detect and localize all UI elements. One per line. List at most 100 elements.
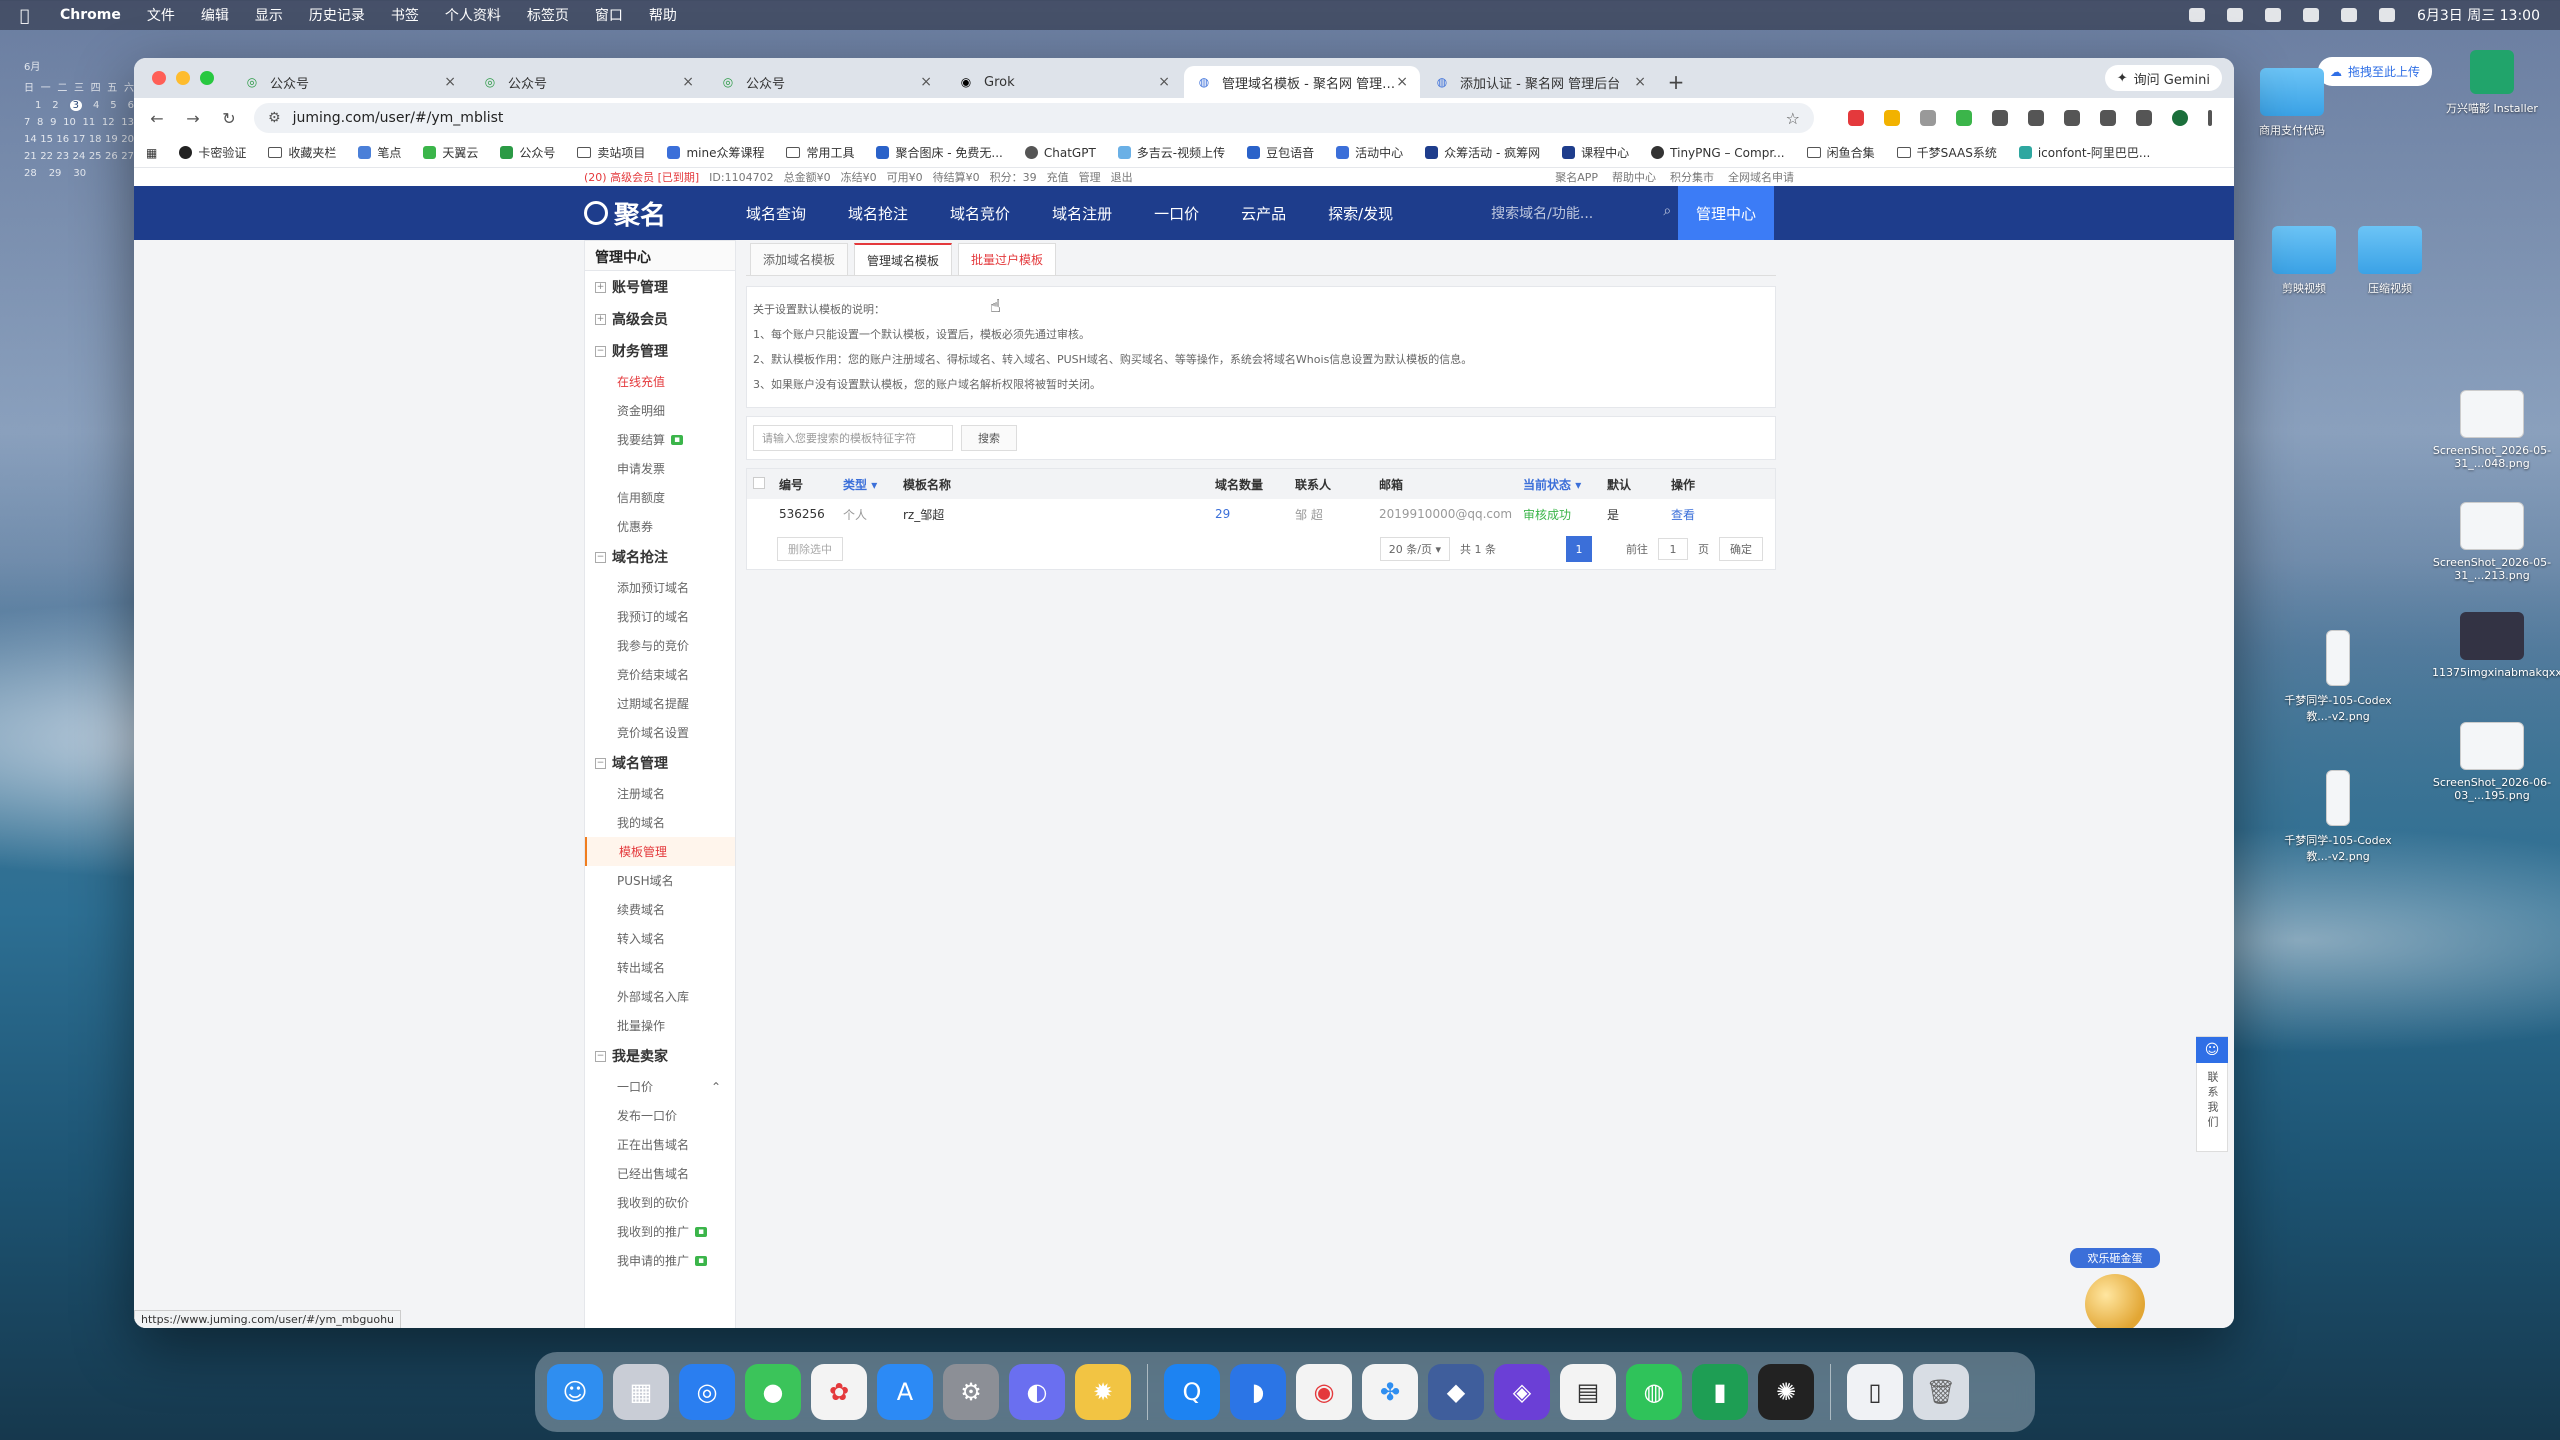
desktop-folder[interactable]: 商用支付代码 <box>2232 68 2352 138</box>
sidebar-group-account[interactable]: + 账号管理 <box>585 271 735 303</box>
wifi-icon[interactable] <box>2302 8 2319 22</box>
nav-domain-register[interactable]: 域名注册 <box>1052 203 1112 224</box>
help-link[interactable]: 帮助中心 <box>1612 169 1656 185</box>
bookmark-folder[interactable]: 常用工具 <box>786 144 854 161</box>
app-icon[interactable]: ✺ <box>1758 1364 1814 1420</box>
contact-us-float[interactable]: ☺ 联系我们 <box>2196 1036 2228 1152</box>
desktop-file[interactable]: ScreenShot_2026-06-03_...195.png <box>2432 722 2552 802</box>
sidebar-item-recharge[interactable]: 在线充值 <box>585 367 735 396</box>
bookmark-item[interactable]: 课程中心 <box>1562 144 1629 161</box>
status-icon[interactable] <box>2188 8 2205 22</box>
app-icon[interactable]: ◆ <box>1428 1364 1484 1420</box>
menu-history[interactable]: 历史记录 <box>309 5 365 25</box>
search-icon[interactable] <box>2340 8 2357 22</box>
browser-tab[interactable]: ◎ 公众号 × <box>470 66 706 98</box>
ask-gemini-button[interactable]: ✦ 询问 Gemini <box>2104 65 2222 91</box>
fullscreen-window-button[interactable] <box>200 71 214 85</box>
logout-link[interactable]: 退出 <box>1111 169 1133 185</box>
browser-tab[interactable]: ◎ 公众号 × <box>232 66 468 98</box>
sidebar-item[interactable]: 我申请的推广 ▪ <box>585 1246 735 1275</box>
extension-icon[interactable] <box>2028 110 2044 126</box>
sidebar-item[interactable]: 我的域名 <box>585 808 735 837</box>
bookmark-folder[interactable]: 闲鱼合集 <box>1806 144 1875 161</box>
desktop-app[interactable]: 万兴喵影 Installer <box>2432 50 2552 116</box>
tab-batch-transfer-template[interactable]: 批量过户模板 <box>958 243 1057 275</box>
bookmark-item[interactable]: 公众号 <box>500 144 555 161</box>
apps-grid-icon[interactable]: ▦ <box>146 146 157 160</box>
sidebar-item-credit[interactable]: 信用额度 <box>585 483 735 512</box>
launchpad-icon[interactable]: ▦ <box>613 1364 669 1420</box>
bookmark-folder[interactable]: 收藏夹栏 <box>268 144 336 161</box>
page-number-current[interactable]: 1 <box>1566 536 1592 562</box>
sidebar-item[interactable]: 发布一口价 <box>585 1101 735 1130</box>
desktop-file[interactable]: 千梦同学-105-Codex教...-v2.png <box>2278 630 2398 724</box>
safari-icon[interactable]: ◎ <box>679 1364 735 1420</box>
menu-app-name[interactable]: Chrome <box>60 7 121 23</box>
app-icon[interactable]: ✹ <box>1075 1364 1131 1420</box>
tab-manage-template[interactable]: 管理域名模板 <box>854 243 953 275</box>
nav-domain-snap[interactable]: 域名抢注 <box>848 203 908 224</box>
new-tab-button[interactable]: + <box>1660 66 1692 98</box>
nav-cloud-products[interactable]: 云产品 <box>1241 203 1286 224</box>
sidebar-item-invoice[interactable]: 申请发票 <box>585 454 735 483</box>
delete-selected-button[interactable]: 删除选中 <box>777 537 843 561</box>
forward-icon[interactable]: → <box>182 109 204 128</box>
sidebar-item[interactable]: PUSH域名 <box>585 866 735 895</box>
sidebar-item-coupon[interactable]: 优惠券 <box>585 512 735 541</box>
sidebar-item[interactable]: 续费域名 <box>585 895 735 924</box>
browser-tab-active[interactable]: ◍ 管理域名模板 - 聚名网 管理后台 × <box>1184 66 1420 98</box>
apple-icon[interactable]:  <box>20 6 38 25</box>
browser-tab[interactable]: ◉ Grok × <box>946 66 1182 98</box>
sidebar-item-settle[interactable]: 我要结算 ▪ <box>585 425 735 454</box>
tab-add-template[interactable]: 添加域名模板 <box>750 243 849 275</box>
bookmark-item[interactable]: mine众筹课程 <box>667 144 764 161</box>
close-tab-icon[interactable]: × <box>1158 74 1170 90</box>
extension-icon[interactable] <box>1848 110 1864 126</box>
app-icon[interactable]: Q <box>1164 1364 1220 1420</box>
sidebar-item[interactable]: 我收到的砍价 <box>585 1188 735 1217</box>
select-all-checkbox[interactable] <box>747 476 773 492</box>
view-link[interactable]: 查看 <box>1665 506 1725 523</box>
download-icon[interactable] <box>2136 110 2152 126</box>
template-search-input[interactable]: 请输入您要搜索的模板特征字符 <box>753 425 953 451</box>
menu-help[interactable]: 帮助 <box>649 5 677 25</box>
close-tab-icon[interactable]: × <box>682 74 694 90</box>
sidebar-item[interactable]: 批量操作 <box>585 1011 735 1040</box>
status-icon[interactable] <box>2264 8 2281 22</box>
manage-link[interactable]: 管理 <box>1079 169 1101 185</box>
bookmark-item[interactable]: 天翼云 <box>423 144 478 161</box>
chrome-icon[interactable]: ◉ <box>1296 1364 1352 1420</box>
bookmark-item[interactable]: 卡密验证 <box>179 144 246 161</box>
sidebar-item[interactable]: 注册域名 <box>585 779 735 808</box>
browser-tab[interactable]: ◎ 公众号 × <box>708 66 944 98</box>
close-tab-icon[interactable]: × <box>1634 74 1646 90</box>
bookmark-item[interactable]: ChatGPT <box>1024 146 1096 160</box>
app-icon[interactable]: ◗ <box>1230 1364 1286 1420</box>
bookmark-item[interactable]: TinyPNG – Compr... <box>1651 146 1785 160</box>
nav-search-input[interactable]: 搜索域名/功能... ⌕ <box>1491 203 1671 223</box>
sidebar-item[interactable]: 我预订的域名 <box>585 602 735 631</box>
sidebar-item[interactable]: 我收到的推广 ▪ <box>585 1217 735 1246</box>
sidebar-item-template-manage[interactable]: 模板管理 <box>585 837 735 866</box>
sidebar-item[interactable]: 竞价结束域名 <box>585 660 735 689</box>
desktop-file[interactable]: 千梦同学-105-Codex教...-v2.png <box>2278 770 2398 864</box>
extension-icon[interactable] <box>1956 110 1972 126</box>
wechat-status-icon[interactable] <box>2226 8 2243 22</box>
menu-edit[interactable]: 编辑 <box>201 5 229 25</box>
sidebar-group-finance[interactable]: − 财务管理 <box>585 335 735 367</box>
desktop-file[interactable]: ScreenShot_2026-05-31_...048.png <box>2432 390 2552 470</box>
close-window-button[interactable] <box>152 71 166 85</box>
extension-icon[interactable] <box>1884 110 1900 126</box>
finder-icon[interactable]: ☺ <box>547 1364 603 1420</box>
sidebar-item[interactable]: 过期域名提醒 <box>585 689 735 718</box>
promo-float[interactable]: 欢乐砸金蛋 × <box>2070 1248 2160 1328</box>
document-icon[interactable]: ▯ <box>1847 1364 1903 1420</box>
app-icon[interactable]: ◈ <box>1494 1364 1550 1420</box>
browser-tab[interactable]: ◍ 添加认证 - 聚名网 管理后台 × <box>1422 66 1658 98</box>
goto-page-input[interactable]: 1 <box>1658 538 1688 560</box>
manage-center-button[interactable]: 管理中心 <box>1678 186 1774 240</box>
settings-icon[interactable]: ⚙ <box>943 1364 999 1420</box>
close-tab-icon[interactable]: × <box>1396 74 1408 90</box>
messages-icon[interactable]: ● <box>745 1364 801 1420</box>
bookmark-item[interactable]: 笔点 <box>358 144 401 161</box>
